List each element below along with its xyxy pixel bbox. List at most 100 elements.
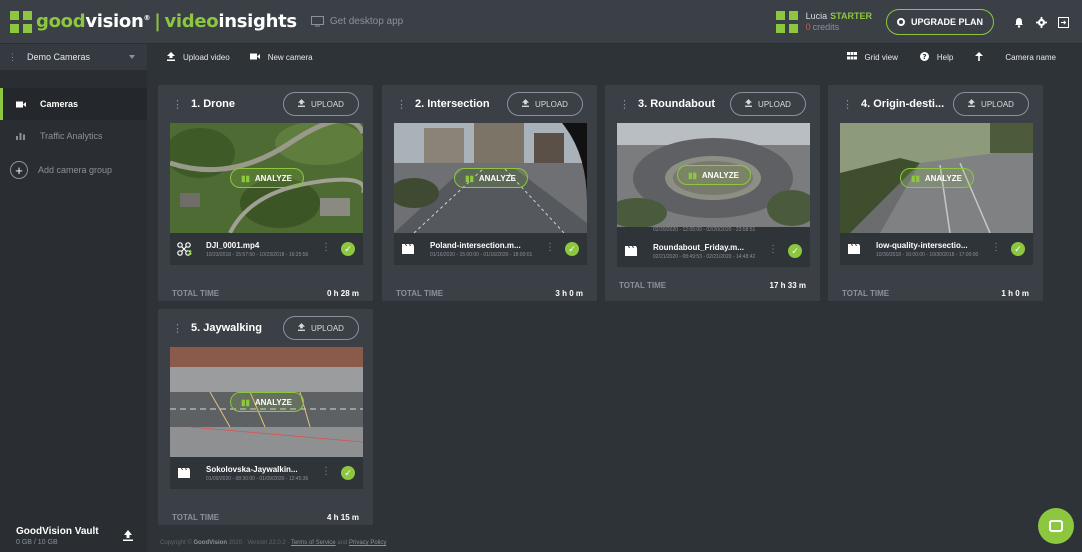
upload-label: UPLOAD bbox=[758, 99, 791, 109]
chat-support-button[interactable] bbox=[1038, 508, 1074, 544]
camera-thumbnail[interactable]: ▮▮ ANALYZE bbox=[170, 123, 363, 233]
camera-title[interactable]: 5. Jaywalking bbox=[191, 322, 262, 334]
vault-upload-icon[interactable] bbox=[123, 530, 133, 544]
top-bar: goodvision® | videoinsights Get desktop ap… bbox=[0, 0, 1082, 44]
camera-group-name: Demo Cameras bbox=[27, 52, 91, 62]
camera-thumbnail[interactable]: ▮▮ ANALYZE bbox=[840, 123, 1033, 233]
file-date-range: 01/16/2020 - 15:00:00 - 01/16/2020 - 18:… bbox=[430, 251, 533, 258]
check-icon: ✓ bbox=[341, 466, 355, 480]
camera-title[interactable]: 4. Origin-desti... bbox=[861, 98, 944, 110]
sort-direction-button[interactable] bbox=[975, 51, 984, 63]
camera-thumbnail[interactable]: ▮▮ ANALYZE bbox=[170, 347, 363, 457]
upload-label: UPLOAD bbox=[311, 323, 344, 333]
terms-of-service-link[interactable]: Terms of Service bbox=[291, 540, 336, 546]
more-vertical-icon[interactable]: ⋮ bbox=[545, 242, 555, 253]
video-file-row[interactable]: Sokolovska-Jaywalkin... 01/09/2020 - 08:… bbox=[170, 457, 363, 489]
user-avatar-icon[interactable] bbox=[775, 11, 798, 33]
file-name: Sokolovska-Jaywalkin... bbox=[206, 464, 298, 474]
upload-button[interactable]: UPLOAD bbox=[730, 92, 806, 116]
more-vertical-icon[interactable]: ⋮ bbox=[991, 242, 1001, 253]
user-plan: STARTER bbox=[830, 11, 872, 21]
analyze-button[interactable]: ▮▮ ANALYZE bbox=[229, 392, 304, 412]
upload-icon bbox=[298, 323, 306, 333]
upload-icon bbox=[167, 51, 175, 63]
total-time-label: TOTAL TIME bbox=[396, 288, 444, 298]
camera-card[interactable]: ⋮ 2. Intersection UPLOAD ▮▮ ANALYZE Pola… bbox=[382, 85, 597, 301]
camera-thumbnail[interactable]: ▮▮ ANALYZE bbox=[394, 123, 587, 233]
file-date-range: 10/30/2018 - 16:00:00 - 10/30/2018 - 17:… bbox=[876, 251, 979, 258]
total-time-value: 1 h 0 m bbox=[1001, 288, 1029, 298]
upload-video-label: Upload video bbox=[183, 52, 230, 62]
video-file-row[interactable]: Roundabout_Friday.m... 02/21/2020 - 08:4… bbox=[617, 235, 810, 267]
upload-video-button[interactable]: Upload video bbox=[167, 51, 230, 63]
upload-button[interactable]: UPLOAD bbox=[953, 92, 1029, 116]
sidebar-item-cameras[interactable]: Cameras bbox=[0, 88, 147, 120]
notifications-bell-icon[interactable] bbox=[1008, 17, 1030, 28]
total-time-label: TOTAL TIME bbox=[172, 288, 220, 298]
upgrade-plan-button[interactable]: UPGRADE PLAN bbox=[885, 9, 994, 35]
logo-mark-icon bbox=[10, 10, 32, 33]
more-vertical-icon[interactable]: ⋮ bbox=[321, 242, 331, 253]
drag-handle-icon[interactable]: ⋮ bbox=[619, 98, 630, 111]
upload-button[interactable]: UPLOAD bbox=[507, 92, 583, 116]
sort-field-label: Camera name bbox=[1005, 52, 1056, 62]
grid-view-button[interactable]: Grid view bbox=[846, 52, 898, 62]
drag-handle-icon[interactable]: ⋮ bbox=[172, 98, 183, 111]
new-camera-label: New camera bbox=[267, 52, 313, 62]
check-icon: ✓ bbox=[341, 242, 355, 256]
sort-field-select[interactable]: Camera name bbox=[1005, 53, 1056, 62]
new-camera-button[interactable]: New camera bbox=[249, 52, 313, 62]
camera-card[interactable]: ⋮ 1. Drone UPLOAD ▮▮ ANALYZE 3 DJI_0001.… bbox=[158, 85, 373, 301]
help-button[interactable]: ? Help bbox=[919, 51, 954, 63]
file-date-range: 02/21/2020 - 08:49:53 - 02/21/2020 - 14:… bbox=[653, 253, 756, 260]
camera-title[interactable]: 3. Roundabout bbox=[638, 98, 715, 110]
more-vertical-icon[interactable]: ⋮ bbox=[321, 466, 331, 477]
upload-button[interactable]: UPLOAD bbox=[283, 316, 359, 340]
total-time-label: TOTAL TIME bbox=[619, 280, 667, 290]
film-icon bbox=[394, 244, 422, 254]
video-file-row[interactable]: low-quality-intersectio... 10/30/2018 - … bbox=[840, 233, 1033, 265]
total-time-value: 0 h 28 m bbox=[326, 288, 359, 298]
settings-gear-icon[interactable] bbox=[1030, 16, 1052, 28]
previous-file-row[interactable]: 02/20/2020 - 12:05:00 - 02/20/2020 - 23:… bbox=[617, 227, 810, 235]
total-time-value: 17 h 33 m bbox=[769, 280, 806, 290]
video-file-row[interactable]: 3 DJI_0001.mp4 10/23/2018 - 15:57:50 - 1… bbox=[170, 233, 363, 265]
camera-card[interactable]: ⋮ 5. Jaywalking UPLOAD ▮▮ ANALYZE Sokolo… bbox=[158, 309, 373, 525]
user-info[interactable]: Lucia STARTER 0 credits bbox=[806, 11, 872, 33]
action-bar: Upload video New camera Grid view ? Help… bbox=[147, 44, 1082, 70]
analyze-button[interactable]: ▮▮ ANALYZE bbox=[229, 168, 304, 188]
upload-button[interactable]: UPLOAD bbox=[283, 92, 359, 116]
add-camera-group-button[interactable]: + Add camera group bbox=[0, 152, 147, 188]
help-label: Help bbox=[936, 52, 954, 62]
logout-icon[interactable] bbox=[1052, 16, 1074, 28]
drag-handle-icon[interactable]: ⋮ bbox=[842, 98, 853, 111]
camera-title[interactable]: 2. Intersection bbox=[415, 98, 490, 110]
upload-label: UPLOAD bbox=[981, 99, 1014, 109]
camera-card[interactable]: ⋮ 3. Roundabout UPLOAD ▮▮ ANALYZE 02/20/… bbox=[605, 85, 820, 301]
analyze-button[interactable]: ▮▮ ANALYZE bbox=[676, 165, 751, 185]
circle-icon bbox=[896, 18, 905, 26]
video-file-row[interactable]: Poland-intersection.m... 01/16/2020 - 15… bbox=[394, 233, 587, 265]
check-icon: ✓ bbox=[1011, 242, 1025, 256]
total-time-value: 4 h 15 m bbox=[326, 512, 359, 522]
logo[interactable]: goodvision® | videoinsights bbox=[10, 10, 297, 33]
sidebar-item-traffic-analytics[interactable]: Traffic Analytics bbox=[0, 120, 147, 152]
file-name: low-quality-intersectio... bbox=[876, 240, 968, 250]
camera-thumbnail[interactable]: ▮▮ ANALYZE bbox=[617, 123, 810, 227]
analyze-button[interactable]: ▮▮ ANALYZE bbox=[899, 168, 974, 188]
camera-group-select[interactable]: ⋮ Demo Cameras bbox=[0, 44, 147, 70]
drag-handle-icon[interactable]: ⋮ bbox=[172, 322, 183, 335]
camera-title[interactable]: 1. Drone bbox=[191, 98, 235, 110]
privacy-policy-link[interactable]: Privacy Policy bbox=[349, 540, 386, 546]
drag-handle-icon[interactable]: ⋮ bbox=[396, 98, 407, 111]
chart-icon: ▮▮ bbox=[911, 173, 920, 183]
camera-card[interactable]: ⋮ 4. Origin-desti... UPLOAD ▮▮ ANALYZE l… bbox=[828, 85, 1043, 301]
logo-text: goodvision® | videoinsights bbox=[36, 11, 297, 32]
grid-view-label: Grid view bbox=[864, 52, 898, 62]
analyze-button[interactable]: ▮▮ ANALYZE bbox=[453, 168, 528, 188]
upgrade-plan-label: UPGRADE PLAN bbox=[910, 17, 983, 27]
svg-text:?: ? bbox=[922, 53, 926, 61]
more-vertical-icon[interactable]: ⋮ bbox=[768, 244, 778, 255]
get-desktop-app-link[interactable]: Get desktop app bbox=[310, 16, 403, 27]
check-icon: ✓ bbox=[788, 244, 802, 258]
